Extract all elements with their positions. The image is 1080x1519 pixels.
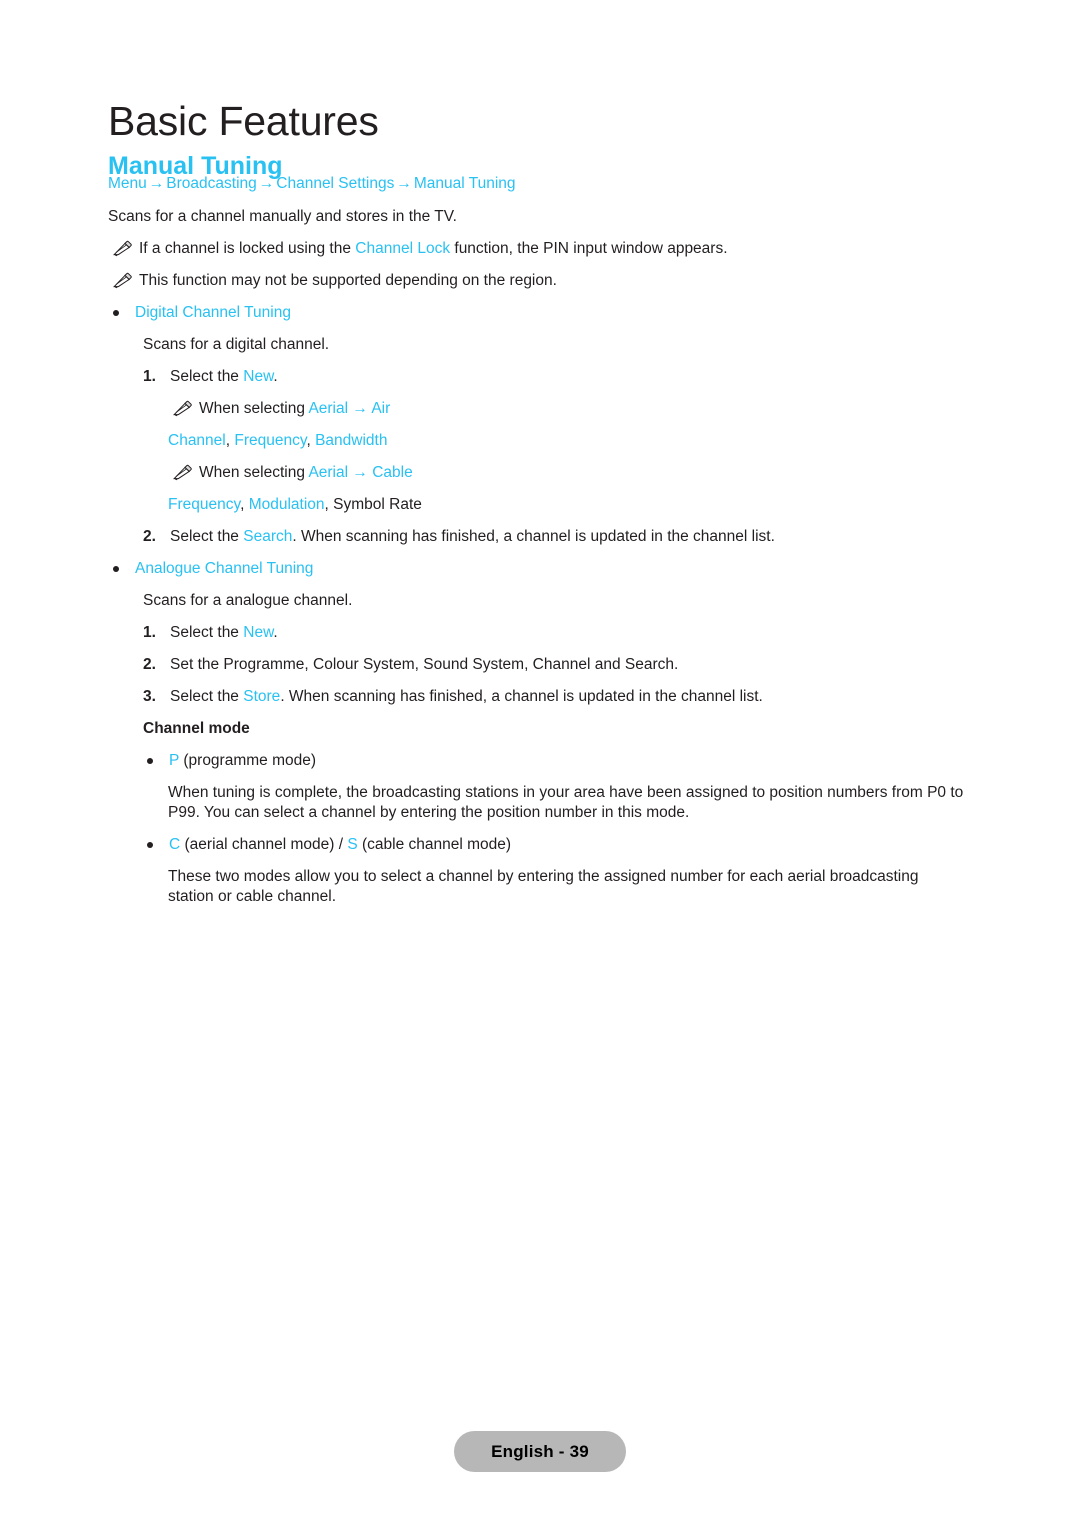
note-text: If a channel is locked using the Channel… [139,240,728,257]
step-text-before: Select the [170,528,244,545]
channel-mode-heading: Channel mode [143,720,250,737]
note-aerial-air: When selecting Aerial → Air [172,399,1069,419]
p-mode-text: P (programme mode) [169,752,316,769]
step-number: 1. [143,624,156,641]
param-frequency[interactable]: Frequency [168,496,240,513]
chapter-title: Basic Features [108,98,379,145]
param-separator: , [306,432,316,449]
note-text-before: When selecting [199,400,309,417]
digital-description: Scans for a digital channel. [143,336,330,353]
step-number: 2. [143,656,156,673]
new-link[interactable]: New [243,368,273,385]
breadcrumb-item-manual-tuning[interactable]: Manual Tuning [414,175,516,192]
note-channel-lock: If a channel is locked using the Channel… [112,239,1009,259]
c-mode-label: (aerial channel mode) / [180,836,348,853]
search-link[interactable]: Search [243,528,292,545]
breadcrumb-arrow-icon: → [258,175,275,192]
step-text: Set the Programme, Colour System, Sound … [170,656,679,673]
bullet-dot-icon [147,842,153,848]
page-content: Menu → Broadcasting → Channel Settings → Manua… [0,174,1080,919]
store-link[interactable]: Store [243,688,280,705]
breadcrumb-arrow-icon: → [148,175,165,192]
digital-step-1: 1. Select the New. [143,367,1010,387]
note-aerial-cable: When selecting Aerial → Cable [172,463,1069,483]
p-mode-description: When tuning is complete, the broadcastin… [168,784,964,821]
channel-lock-link[interactable]: Channel Lock [355,240,450,257]
step-text: Select the Store. When scanning has fini… [170,688,763,705]
manual-page: Basic Features Manual Tuning Menu → Broadc… [0,0,1080,1519]
param-separator: , [324,496,334,513]
param-separator: , [240,496,249,513]
analogue-step-2: 2. Set the Programme, Colour System, Sou… [143,655,1010,675]
step-text-before: Select the [170,624,244,641]
new-link[interactable]: New [243,624,273,641]
pencil-note-icon [172,400,193,417]
breadcrumb-arrow-icon: → [396,175,412,192]
pencil-note-icon [172,464,193,481]
breadcrumb: Menu → Broadcasting → Channel Settings → Manua… [108,174,1080,194]
bullet-p-mode: P (programme mode) [145,751,1029,771]
bullet-cs-mode: C (aerial channel mode) / S (cable chann… [145,835,1029,855]
analogue-step-1: 1. Select the New. [143,623,1010,643]
note-region-support: This function may not be supported depen… [112,271,1009,291]
breadcrumb-item-channel-settings[interactable]: Channel Settings [276,175,394,192]
s-mode-label: (cable channel mode) [357,836,512,853]
param-symbol-rate: Symbol Rate [333,496,422,513]
step-text-after: . When scanning has finished, a channel … [292,528,775,545]
param-modulation[interactable]: Modulation [249,496,325,513]
air-link[interactable]: Air [371,400,390,417]
step-text: Select the New. [170,368,278,385]
cable-parameters: Frequency, Modulation, Symbol Rate [168,495,965,515]
step-text-after: . [273,368,278,385]
note-text: This function may not be supported depen… [139,272,557,289]
page-footer-label: English - 39 [491,1441,589,1461]
arrow-icon: → [348,464,373,481]
cs-mode-text: C (aerial channel mode) / S (cable chann… [169,836,511,853]
step-number: 2. [143,528,156,545]
step-number: 1. [143,368,156,385]
note-text-after: function, the PIN input window appears. [450,240,728,257]
air-parameters: Channel, Frequency, Bandwidth [168,431,965,451]
step-text: Select the Search. When scanning has fin… [170,528,775,545]
note-text: When selecting Aerial → Cable [199,464,413,481]
breadcrumb-item-menu[interactable]: Menu [108,175,147,192]
bullet-dot-icon [147,758,153,764]
p-mode-label: (programme mode) [179,752,317,769]
step-text-after: . When scanning has finished, a channel … [280,688,763,705]
pencil-note-icon [112,240,133,257]
step-text-before: Select the [170,368,244,385]
page-footer-badge: English - 39 [454,1431,626,1472]
analogue-step-3: 3. Select the Store. When scanning has f… [143,687,1010,707]
note-text-before: When selecting [199,464,309,481]
cable-link[interactable]: Cable [372,464,413,481]
step-text-before: Select the [170,688,244,705]
c-mode-link[interactable]: C [169,836,180,853]
note-text-before: If a channel is locked using the [139,240,356,257]
bullet-dot-icon [113,566,119,572]
step-number: 3. [143,688,156,705]
cs-mode-description: These two modes allow you to select a ch… [168,868,919,905]
note-text: When selecting Aerial → Air [199,400,390,417]
bullet-dot-icon [113,310,119,316]
aerial-link[interactable]: Aerial [308,464,348,481]
step-text: Select the New. [170,624,278,641]
analogue-channel-tuning-heading[interactable]: Analogue Channel Tuning [135,560,313,577]
breadcrumb-item-broadcasting[interactable]: Broadcasting [166,175,256,192]
aerial-link[interactable]: Aerial [308,400,348,417]
bullet-analogue-channel-tuning: Analogue Channel Tuning [111,559,995,579]
step-text-after: . [273,624,278,641]
digital-channel-tuning-heading[interactable]: Digital Channel Tuning [135,304,291,321]
param-frequency[interactable]: Frequency [234,432,306,449]
p-mode-link[interactable]: P [169,752,179,769]
intro-description: Scans for a channel manually and stores … [108,208,457,225]
pencil-note-icon [112,272,133,289]
analogue-description: Scans for a analogue channel. [143,592,353,609]
digital-step-2: 2. Select the Search. When scanning has … [143,527,1010,547]
arrow-icon: → [348,400,372,417]
param-bandwidth[interactable]: Bandwidth [315,432,387,449]
bullet-digital-channel-tuning: Digital Channel Tuning [111,303,995,323]
s-mode-link[interactable]: S [347,836,357,853]
param-channel[interactable]: Channel [168,432,226,449]
